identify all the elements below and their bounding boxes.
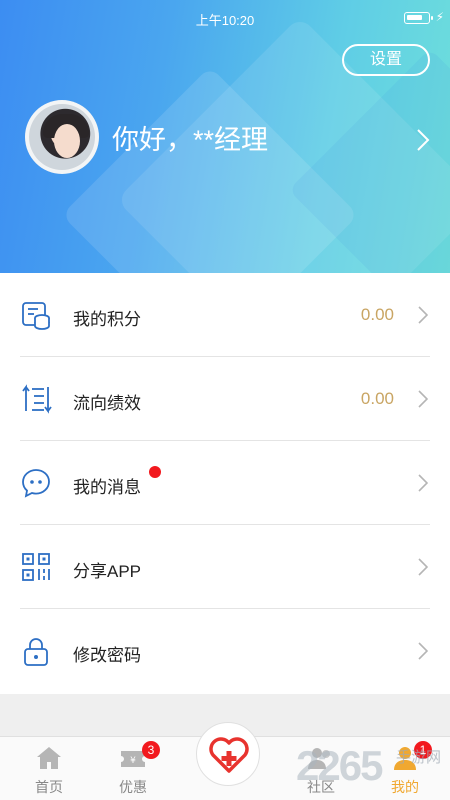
center-health-button[interactable] xyxy=(196,722,260,786)
chevron-right-icon xyxy=(418,390,428,408)
tab-label: 我的 xyxy=(391,779,419,795)
tab-home[interactable]: 首页 xyxy=(14,737,84,800)
greeting-text[interactable]: 你好，**经理 xyxy=(112,118,268,157)
menu-item-share-app[interactable]: 分享APP xyxy=(0,525,450,609)
status-time: 上午10:20 xyxy=(195,13,255,28)
tab-mine[interactable]: 1 我的 xyxy=(370,737,440,800)
svg-text:¥: ¥ xyxy=(130,756,136,766)
home-icon xyxy=(37,747,61,769)
settings-button[interactable]: 设置 xyxy=(342,44,430,76)
tab-label: 优惠 xyxy=(119,779,147,795)
avatar-face xyxy=(54,124,80,158)
tab-label: 社区 xyxy=(307,779,335,795)
menu-item-flow-performance[interactable]: 流向绩效 0.00 xyxy=(0,357,450,441)
chevron-right-icon[interactable] xyxy=(416,126,430,154)
menu-item-points[interactable]: 我的积分 0.00 xyxy=(0,273,450,357)
community-icon xyxy=(308,748,330,769)
flow-list-icon xyxy=(22,384,52,414)
menu-item-label: 流向绩效 xyxy=(73,394,141,413)
battery-icon xyxy=(404,12,433,24)
tab-community[interactable]: 社区 xyxy=(286,737,356,800)
menu-item-label: 修改密码 xyxy=(73,646,141,665)
chevron-right-icon xyxy=(418,474,428,492)
menu-list: 我的积分 0.00 流向绩效 0.00 我的消息 分享APP 修改密码 xyxy=(0,273,450,693)
tab-label: 首页 xyxy=(35,779,63,795)
chevron-right-icon xyxy=(418,642,428,660)
qr-code-icon xyxy=(22,553,50,581)
unread-dot xyxy=(149,466,161,478)
chevron-right-icon xyxy=(418,306,428,324)
coupon-badge: 3 xyxy=(142,741,160,759)
profile-header: 上午10:20 ⚡ 设置 你好，**经理 xyxy=(0,0,450,273)
avatar[interactable] xyxy=(25,100,99,174)
menu-item-label: 我的积分 xyxy=(73,310,141,329)
message-bubble-icon xyxy=(22,469,50,498)
lock-icon xyxy=(24,638,48,666)
menu-item-value: 0.00 xyxy=(360,305,394,324)
chevron-right-icon xyxy=(418,558,428,576)
tab-discount[interactable]: ¥ 3 优惠 xyxy=(98,737,168,800)
menu-item-value: 0.00 xyxy=(360,389,394,408)
menu-item-label: 我的消息 xyxy=(73,478,141,497)
menu-item-change-password[interactable]: 修改密码 xyxy=(0,609,450,693)
coins-list-icon xyxy=(22,302,50,330)
menu-item-label: 分享APP xyxy=(73,562,142,581)
charging-icon: ⚡ xyxy=(435,10,444,24)
profile-badge: 1 xyxy=(414,741,432,759)
heart-plus-icon xyxy=(209,737,249,773)
status-bar: 上午10:20 ⚡ xyxy=(0,0,450,36)
menu-item-messages[interactable]: 我的消息 xyxy=(0,441,450,525)
